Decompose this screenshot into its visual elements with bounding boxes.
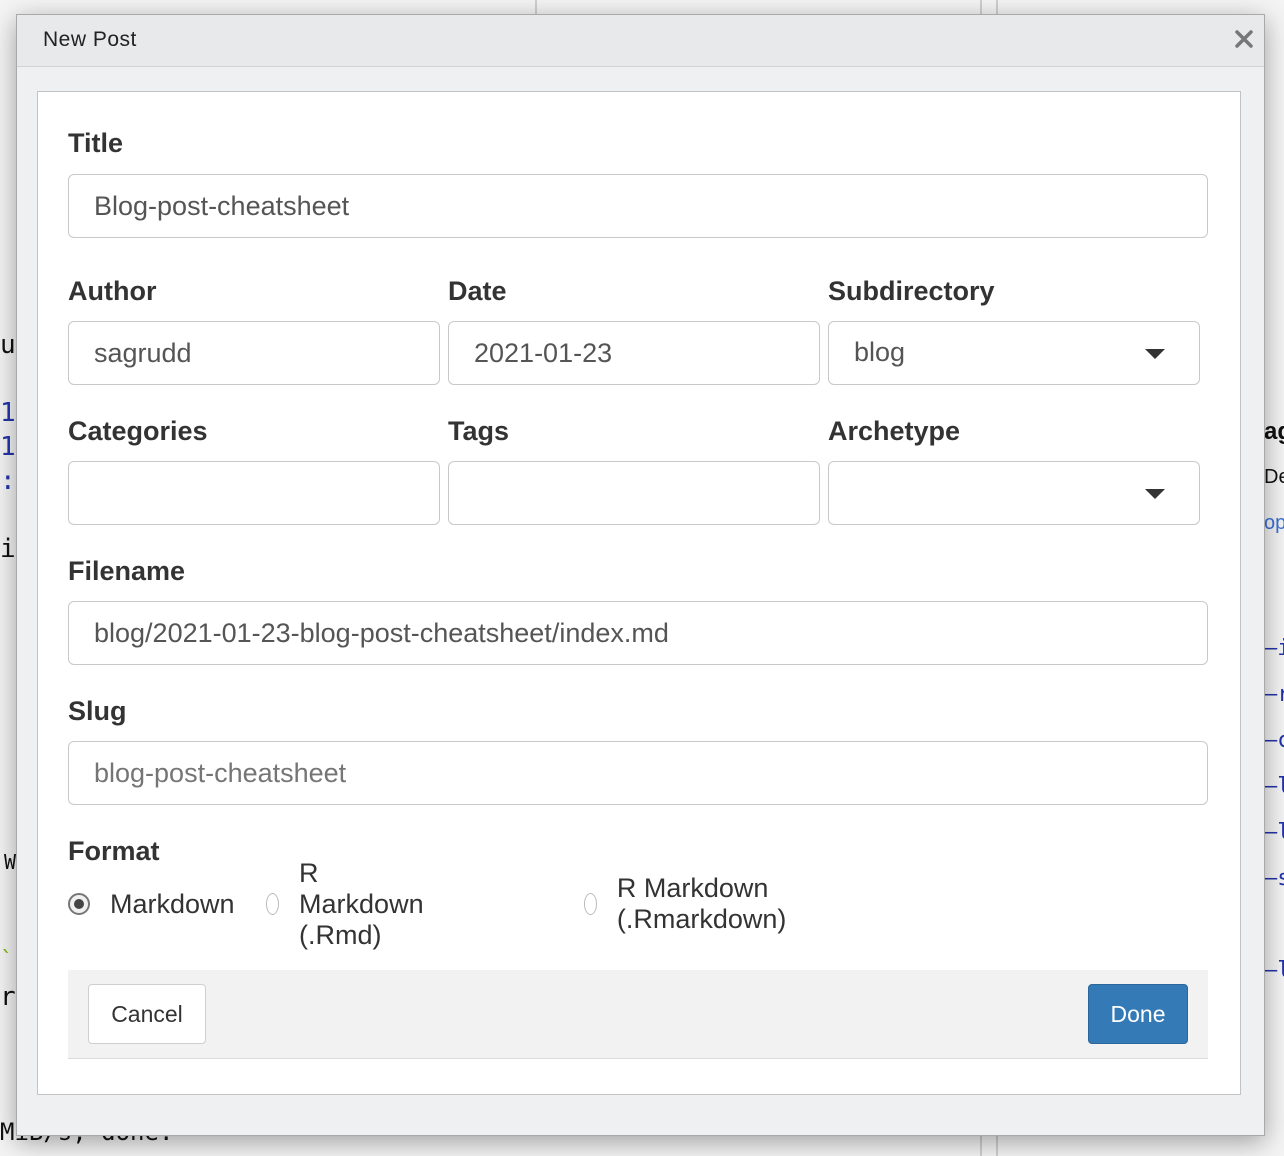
categories-label: Categories [68,416,208,446]
dialog-titlebar[interactable]: New Post [17,15,1264,67]
format-option-label: Markdown [110,888,235,919]
bg-code-fragment: i [0,534,16,564]
bg-code-fragment: u [0,330,16,360]
pane-divider [996,0,998,14]
filename-input[interactable] [68,601,1208,665]
close-icon[interactable] [1232,27,1256,51]
pane-divider [535,0,537,14]
bg-code-fragment: 1 [0,432,16,462]
bg-code-fragment: –l [1264,774,1284,799]
radio-unchecked-icon[interactable] [266,893,280,915]
pane-divider [980,1134,982,1156]
tags-label: Tags [448,416,510,446]
caret-down-icon [1145,349,1165,359]
bg-code-fragment: ag [1264,418,1284,445]
pane-divider [980,0,982,14]
subdirectory-value: blog [854,337,906,367]
dialog-body: Title Author Date Subdirectory blog Cate… [37,91,1241,1095]
bg-code-fragment: opr [1264,512,1284,534]
format-option-label: R Markdown (.Rmarkdown) [616,873,787,934]
cancel-button[interactable]: Cancel [88,984,206,1044]
title-input[interactable] [68,174,1208,238]
format-option-markdown[interactable]: Markdown [68,886,235,922]
format-option-label: R Markdown (.Rmd) [299,857,424,950]
slug-input[interactable] [68,741,1208,805]
caret-down-icon [1145,489,1165,499]
bg-code-fragment: –r [1264,682,1284,707]
date-label: Date [448,276,507,306]
bg-code-fragment: –l [1264,958,1284,983]
radio-checked-icon[interactable] [68,893,90,915]
dialog-title: New Post [43,28,137,51]
format-option-rmarkdown[interactable]: R Markdown (.Rmarkdown) [584,873,796,934]
author-label: Author [68,276,157,306]
format-option-rmd[interactable]: R Markdown (.Rmd) [266,858,433,950]
dialog-footer: Cancel Done [68,970,1208,1059]
bg-code-fragment: : [0,466,16,496]
archetype-select[interactable] [828,461,1200,525]
filename-label: Filename [68,556,186,586]
pane-divider [996,1134,998,1156]
bg-code-fragment: Del [1264,466,1284,488]
bg-code-fragment: W [4,850,17,874]
archetype-label: Archetype [828,416,961,446]
subdirectory-label: Subdirectory [828,276,995,306]
bg-code-fragment: 1 [0,398,16,428]
done-button[interactable]: Done [1088,984,1188,1044]
bg-code-fragment: –s [1264,866,1284,891]
date-input[interactable] [448,321,820,385]
tags-input[interactable] [448,461,820,525]
author-input[interactable] [68,321,440,385]
radio-unchecked-icon[interactable] [584,893,597,915]
new-post-dialog: New Post Title Author Date Subdirectory … [16,14,1265,1136]
title-label: Title [68,128,124,158]
bg-code-fragment: –c [1264,728,1284,753]
categories-input[interactable] [68,461,440,525]
subdirectory-select[interactable]: blog [828,321,1200,385]
slug-label: Slug [68,696,127,726]
bg-code-fragment: –i [1264,636,1284,661]
bg-code-fragment: –l [1264,820,1284,845]
format-label: Format [68,836,160,866]
